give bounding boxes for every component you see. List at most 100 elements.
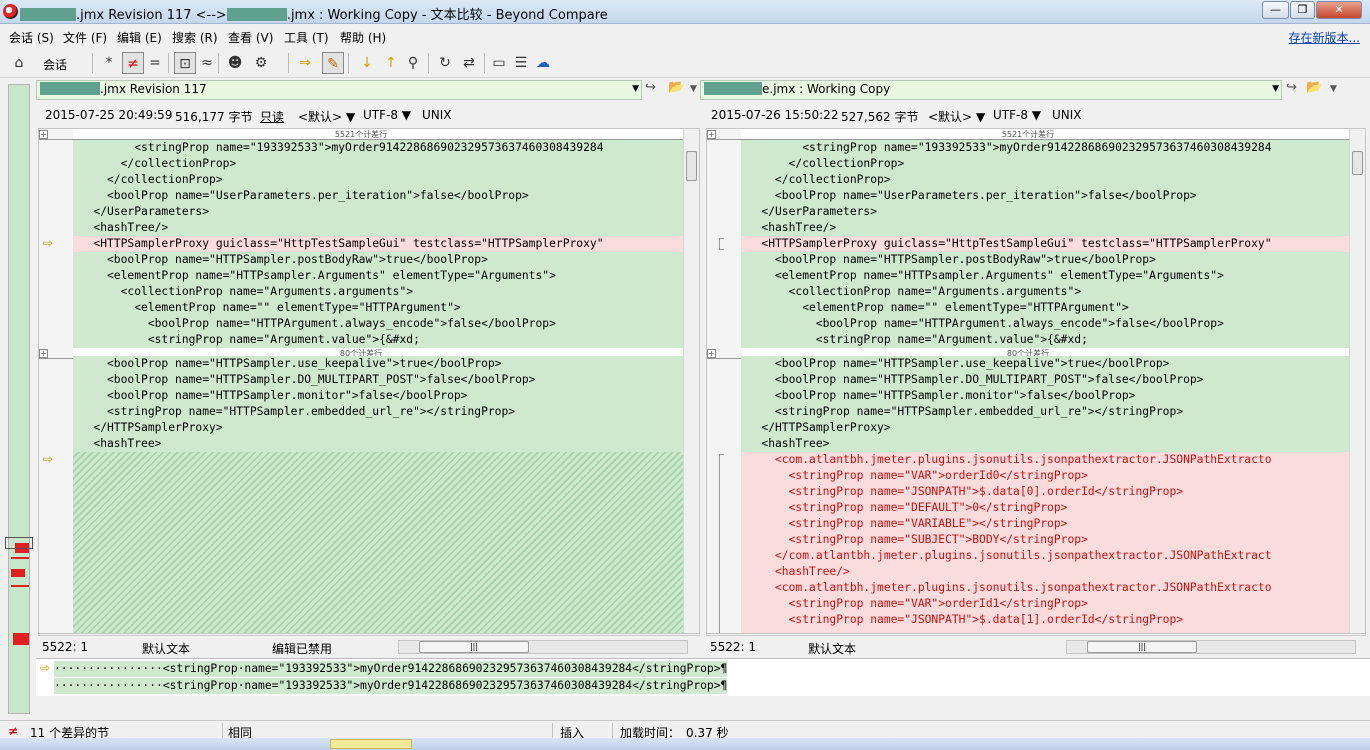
code-line[interactable]: <hashTree> — [73, 436, 683, 452]
right-horizontal-scrollbar[interactable]: ||| — [1066, 640, 1356, 654]
menu-session[interactable]: 会话 (S) — [9, 29, 54, 46]
show-diffs-icon[interactable]: ≠ — [122, 52, 144, 74]
show-same-icon[interactable]: = — [144, 52, 166, 74]
code-line[interactable]: <boolProp name="HTTPSampler.DO_MULTIPART… — [741, 372, 1349, 388]
left-history-icon[interactable]: ↪ — [645, 80, 656, 95]
menu-edit[interactable]: 编辑 (E) — [117, 29, 162, 46]
scroll-thumb[interactable]: ||| — [1087, 641, 1197, 653]
code-line[interactable]: </collectionProp> — [741, 156, 1349, 172]
left-text-mode[interactable]: 默认文本 — [142, 640, 190, 657]
code-line-orphan[interactable]: <hashTree/> — [741, 564, 1349, 580]
page-icon[interactable]: ▭ — [488, 52, 510, 74]
code-line-orphan[interactable]: <com.atlantbh.jmeter.plugins.jsonutils.j… — [741, 580, 1349, 596]
code-line[interactable]: <collectionProp name="Arguments.argument… — [73, 284, 683, 300]
scroll-thumb[interactable] — [686, 151, 697, 181]
code-line[interactable]: <boolProp name="HTTPSampler.postBodyRaw"… — [73, 252, 683, 268]
right-path-field[interactable]: e.jmx : Working Copy ▼ — [700, 80, 1282, 100]
menu-view[interactable]: 查看 (V) — [228, 29, 273, 46]
code-line[interactable]: <hashTree> — [741, 436, 1349, 452]
line-detail-pane[interactable]: ⇨ ················<stringProp·name="1933… — [36, 658, 1370, 696]
detail-line-left[interactable]: ················<stringProp·name="193392… — [54, 661, 728, 677]
code-line[interactable]: <stringProp name="193392533">myOrder9142… — [73, 140, 683, 156]
left-format-select[interactable]: <默认> ▼ — [298, 108, 355, 125]
code-line[interactable]: </HTTPSamplerProxy> — [73, 420, 683, 436]
left-horizontal-scrollbar[interactable]: ||| — [398, 640, 688, 654]
chevron-down-icon[interactable]: ▼ — [690, 84, 697, 94]
swap-icon[interactable]: ⇄ — [458, 52, 480, 74]
right-encoding-select[interactable]: UTF-8 ▼ — [993, 108, 1041, 122]
code-line[interactable]: <boolProp name="UserParameters.per_itera… — [73, 188, 683, 204]
scroll-thumb[interactable]: ||| — [419, 641, 529, 653]
diff-arrow-icon[interactable]: ⇨ — [43, 236, 53, 250]
session-button[interactable]: 会话 — [43, 56, 67, 73]
maximize-button[interactable]: ❐ — [1290, 1, 1315, 19]
web-icon[interactable]: ☁ — [532, 52, 554, 74]
code-line[interactable]: <elementProp name="HTTPsampler.Arguments… — [73, 268, 683, 284]
code-line-orphan[interactable]: <com.atlantbh.jmeter.plugins.jsonutils.j… — [741, 452, 1349, 468]
code-line-orphan[interactable]: <stringProp name="SUBJECT">BODY</stringP… — [741, 532, 1349, 548]
code-line[interactable]: <hashTree/> — [741, 220, 1349, 236]
code-line[interactable]: <boolProp name="HTTPSampler.use_keepaliv… — [741, 356, 1349, 372]
code-line[interactable]: <stringProp name="HTTPSampler.embedded_u… — [741, 404, 1349, 420]
right-vertical-scrollbar[interactable] — [1349, 129, 1365, 633]
chevron-down-icon[interactable]: ▼ — [1330, 84, 1337, 94]
scroll-thumb[interactable] — [1352, 151, 1363, 175]
code-line[interactable]: <boolProp name="HTTPSampler.DO_MULTIPART… — [73, 372, 683, 388]
code-line[interactable]: <stringProp name="Argument.value">{&#xd; — [741, 332, 1349, 348]
expand-icon[interactable]: + — [707, 349, 716, 358]
minor-icon[interactable]: ≈ — [196, 52, 218, 74]
right-lineend[interactable]: UNIX — [1052, 108, 1082, 122]
expand-icon[interactable]: + — [39, 130, 48, 139]
code-line[interactable]: <elementProp name="" elementType="HTTPAr… — [741, 300, 1349, 316]
code-line-orphan[interactable]: <stringProp name="VAR">orderId1</stringP… — [741, 596, 1349, 612]
left-readonly-badge[interactable]: 只读 — [260, 108, 284, 125]
right-open-folder-icon[interactable]: 📂 — [1306, 80, 1322, 95]
left-path-field[interactable]: .jmx Revision 117 ▼ — [36, 80, 642, 100]
code-line-orphan[interactable]: <stringProp name="JSONPATH">$.data[1].or… — [741, 612, 1349, 628]
code-line[interactable]: <boolProp name="HTTPArgument.always_enco… — [741, 316, 1349, 332]
taskbar-active-item[interactable] — [330, 739, 412, 749]
code-line[interactable]: <collectionProp name="Arguments.argument… — [741, 284, 1349, 300]
code-line-orphan[interactable]: <stringProp name="VARIABLE"></stringProp… — [741, 516, 1349, 532]
next-diff-icon[interactable]: ↓ — [356, 52, 378, 74]
user-icon[interactable]: ☻ — [224, 52, 246, 74]
code-line[interactable]: </collectionProp> — [741, 172, 1349, 188]
code-line-orphan[interactable]: <stringProp name="DEFAULT">0</stringProp… — [741, 500, 1349, 516]
code-line[interactable]: </UserParameters> — [741, 204, 1349, 220]
overview-track[interactable] — [5, 84, 33, 714]
next-section-icon[interactable]: ⇒ — [294, 52, 316, 74]
expand-icon[interactable]: + — [707, 130, 716, 139]
close-button[interactable]: ✕ — [1316, 1, 1362, 19]
code-line[interactable]: <boolProp name="HTTPSampler.monitor">fal… — [73, 388, 683, 404]
fold-marker[interactable]: +5521个计差行 — [707, 129, 1349, 140]
code-line[interactable]: <hashTree/> — [73, 220, 683, 236]
fold-marker[interactable]: +5521个计差行 — [39, 129, 683, 140]
menu-tools[interactable]: 工具 (T) — [284, 29, 329, 46]
refresh-icon[interactable]: ↻ — [434, 52, 456, 74]
code-line[interactable]: <boolProp name="HTTPSampler.use_keepaliv… — [73, 356, 683, 372]
code-line[interactable]: <boolProp name="HTTPSampler.postBodyRaw"… — [741, 252, 1349, 268]
left-vertical-scrollbar[interactable] — [683, 129, 699, 633]
left-lineend[interactable]: UNIX — [422, 108, 452, 122]
prev-diff-icon[interactable]: ↑ — [380, 52, 402, 74]
minimize-button[interactable]: — — [1262, 1, 1289, 19]
context-icon[interactable]: ⊡ — [174, 52, 196, 74]
app-icon[interactable] — [3, 4, 18, 19]
code-line-diff[interactable]: <HTTPSamplerProxy guiclass="HttpTestSamp… — [741, 236, 1349, 252]
left-open-folder-icon[interactable]: 📂 — [668, 80, 684, 95]
code-line[interactable]: </HTTPSamplerProxy> — [741, 420, 1349, 436]
chevron-down-icon[interactable]: ▼ — [632, 84, 639, 94]
rules-icon[interactable]: ⚙ — [250, 52, 272, 74]
menu-file[interactable]: 文件 (F) — [63, 29, 107, 46]
menu-search[interactable]: 搜索 (R) — [172, 29, 218, 46]
find-icon[interactable]: ⚲ — [402, 52, 424, 74]
overview-viewport[interactable] — [5, 537, 33, 549]
left-encoding-select[interactable]: UTF-8 ▼ — [363, 108, 411, 122]
code-line-orphan[interactable]: <stringProp name="VAR">orderId0</stringP… — [741, 468, 1349, 484]
code-line[interactable]: <elementProp name="HTTPsampler.Arguments… — [741, 268, 1349, 284]
edit-icon[interactable]: ✎ — [322, 52, 344, 74]
code-line[interactable]: <elementProp name="" elementType="HTTPAr… — [73, 300, 683, 316]
code-line[interactable]: <boolProp name="HTTPArgument.always_enco… — [73, 316, 683, 332]
code-line[interactable]: </collectionProp> — [73, 172, 683, 188]
code-line[interactable]: <boolProp name="HTTPSampler.monitor">fal… — [741, 388, 1349, 404]
